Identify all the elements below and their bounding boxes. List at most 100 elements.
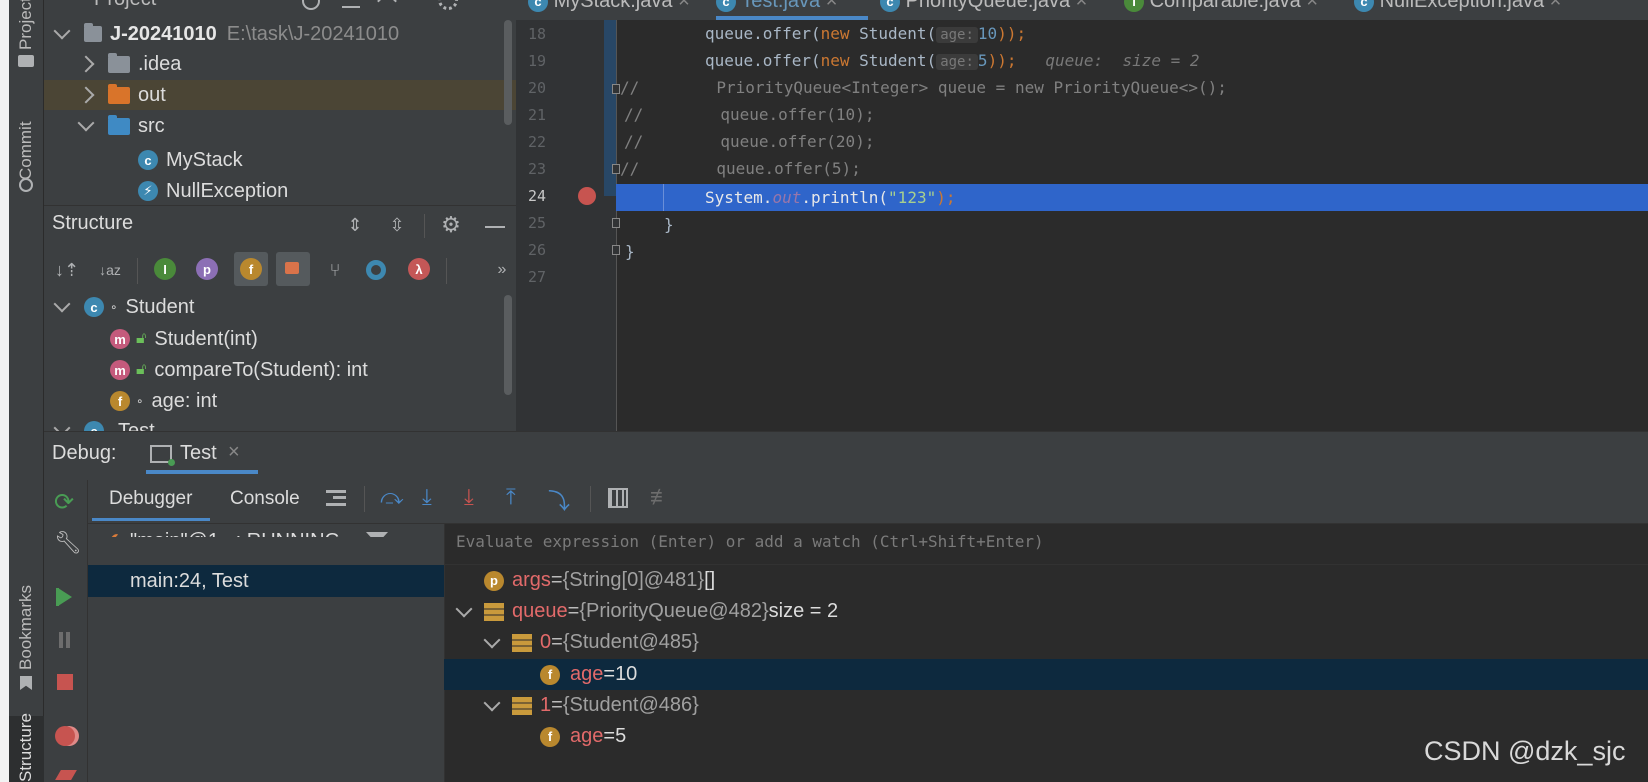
locate-icon[interactable]	[302, 0, 320, 10]
sort-alpha-icon[interactable]: ↓az	[95, 255, 125, 285]
wrench-icon[interactable]: 🔧︎	[54, 530, 82, 556]
stop-icon[interactable]	[57, 674, 73, 690]
class-icon: c	[84, 297, 104, 317]
chevron-down-icon[interactable]	[483, 631, 501, 648]
close-icon[interactable]: ×	[826, 0, 838, 12]
structure-node-student[interactable]: c ∘ Student	[53, 292, 194, 322]
collapse-all-icon[interactable]: ⇳	[382, 210, 412, 240]
up-icon[interactable]	[377, 0, 397, 11]
chevron-down-icon[interactable]	[77, 114, 95, 132]
close-icon[interactable]: ×	[1550, 0, 1562, 12]
project-tool-button[interactable]: Project	[16, 0, 36, 50]
properties-icon[interactable]: p	[196, 258, 218, 280]
step-out-icon[interactable]: ⤒	[506, 484, 516, 510]
package-private-icon: ∘	[110, 300, 118, 314]
parameter-icon: p	[484, 570, 504, 591]
view-breakpoints-icon[interactable]	[55, 726, 75, 746]
expand-all-icon[interactable]: ⇕	[340, 210, 370, 240]
chevron-down-icon[interactable]	[53, 420, 71, 431]
collapse-all-icon[interactable]	[342, 0, 360, 8]
tab-comparable[interactable]: I Comparable.java ×	[1124, 0, 1318, 20]
breakpoint-icon[interactable]	[578, 187, 596, 205]
chevron-down-icon[interactable]	[53, 22, 71, 40]
code-line-20: // PriorityQueue<Integer> queue = new Pr…	[620, 78, 1227, 97]
variable-row-queue[interactable]: queue = {PriorityQueue@482} size = 2	[444, 596, 1648, 627]
force-step-into-icon[interactable]: ⤓	[464, 484, 474, 510]
rerun-icon[interactable]: ⟳	[54, 488, 74, 517]
object-icon	[484, 602, 504, 621]
chevron-right-icon[interactable]	[77, 86, 95, 104]
tab-console[interactable]: Console	[230, 488, 300, 510]
line-number: 19	[527, 52, 546, 70]
project-root[interactable]: J-20241010 E:\task\J-20241010	[53, 19, 399, 49]
structure-node-compareto[interactable]: m 🔓︎ compareTo(Student): int	[110, 355, 368, 385]
gear-icon[interactable]: ⚙	[436, 210, 466, 240]
tab-mystack[interactable]: c MyStack.java ×	[528, 0, 690, 20]
hide-icon[interactable]	[485, 226, 505, 228]
lambda-icon[interactable]: λ	[408, 258, 430, 280]
public-icon: 🔓︎	[136, 361, 147, 378]
variable-row-1[interactable]: 1 = {Student@486}	[444, 690, 1648, 721]
debug-session-tab[interactable]: Test	[180, 442, 217, 465]
inline-debug-value: queue: size = 2	[1045, 51, 1200, 70]
code-line-18: queue.offer(new Student(age: 10));	[705, 24, 1027, 43]
structure-tool-button[interactable]: Structure	[16, 713, 36, 782]
close-icon[interactable]: ×	[228, 441, 240, 464]
hierarchy-icon[interactable]: ⑂	[320, 255, 350, 285]
trace-icon[interactable]: ≢	[650, 484, 672, 510]
code-line-19: queue.offer(new Student(age: 5)); queue: …	[705, 51, 1200, 70]
structure-node-test[interactable]: c Test	[53, 420, 155, 431]
fields-icon[interactable]: f	[240, 258, 262, 280]
variable-row-age-10[interactable]: f age = 10	[444, 659, 1648, 690]
tab-nullexception[interactable]: c NullException.java ×	[1354, 0, 1561, 20]
line-number: 21	[527, 106, 546, 124]
chevron-down-icon[interactable]	[483, 694, 501, 711]
chevron-right-icon[interactable]	[77, 55, 95, 73]
package-private-icon: ∘	[136, 394, 144, 408]
fold-icon[interactable]	[612, 164, 620, 174]
chevron-down-icon[interactable]	[455, 600, 473, 617]
evaluate-expression-icon[interactable]	[608, 488, 628, 508]
close-icon[interactable]: ×	[1306, 0, 1318, 12]
inherited-icon[interactable]: I	[154, 258, 176, 280]
bookmarks-tool-button[interactable]: Bookmarks	[16, 585, 36, 670]
step-into-icon[interactable]: ⤓	[422, 484, 432, 510]
variable-row-0[interactable]: 0 = {Student@485}	[444, 627, 1648, 658]
close-icon[interactable]: ×	[678, 0, 690, 12]
param-hint: age:	[936, 54, 978, 70]
more-icon[interactable]: »	[487, 255, 517, 285]
tree-item-out[interactable]: out	[77, 80, 166, 110]
commit-tool-button[interactable]: Commit	[16, 121, 36, 180]
sort-visibility-icon[interactable]: ↓⇡	[52, 255, 82, 285]
fold-icon[interactable]	[612, 84, 620, 94]
fold-icon[interactable]	[612, 218, 620, 228]
line-number: 18	[527, 25, 546, 43]
fold-icon[interactable]	[612, 245, 620, 255]
tree-item-nullexception[interactable]: ⚡ NullException	[138, 176, 288, 206]
pause-icon[interactable]	[59, 632, 63, 648]
non-public-icon[interactable]	[285, 262, 299, 274]
tab-debugger[interactable]: Debugger	[109, 488, 192, 510]
tree-item-idea[interactable]: .idea	[77, 49, 181, 79]
code-line-26: }	[625, 242, 635, 261]
close-icon[interactable]: ×	[1076, 0, 1088, 12]
structure-scrollbar[interactable]	[504, 295, 512, 395]
class-icon: c	[138, 150, 158, 170]
code-line-21: // queue.offer(10);	[624, 105, 875, 124]
variable-row-args[interactable]: p args = {String[0]@481} []	[444, 565, 1648, 596]
tree-item-mystack[interactable]: c MyStack	[138, 145, 243, 175]
gear-icon[interactable]	[438, 0, 458, 10]
source-folder-icon	[108, 114, 130, 135]
project-scrollbar[interactable]	[504, 20, 512, 125]
anonymous-icon[interactable]	[366, 260, 386, 280]
run-to-cursor-icon[interactable]: ⤵	[548, 484, 570, 516]
tree-item-src[interactable]: src	[77, 111, 165, 141]
structure-node-age[interactable]: f ∘ age: int	[110, 386, 217, 416]
resume-icon[interactable]	[58, 588, 72, 606]
chevron-down-icon[interactable]	[53, 295, 71, 313]
editor-tab-bar: c MyStack.java × c Test.java × c Priorit…	[516, 0, 1648, 20]
structure-node-constructor[interactable]: m 🔓︎ Student(int)	[110, 324, 258, 354]
step-over-icon[interactable]: ⤼	[380, 484, 404, 510]
watch-input[interactable]: Evaluate expression (Enter) or add a wat…	[456, 532, 1044, 551]
tab-priorityqueue[interactable]: c PriorityQueue.java ×	[880, 0, 1087, 20]
